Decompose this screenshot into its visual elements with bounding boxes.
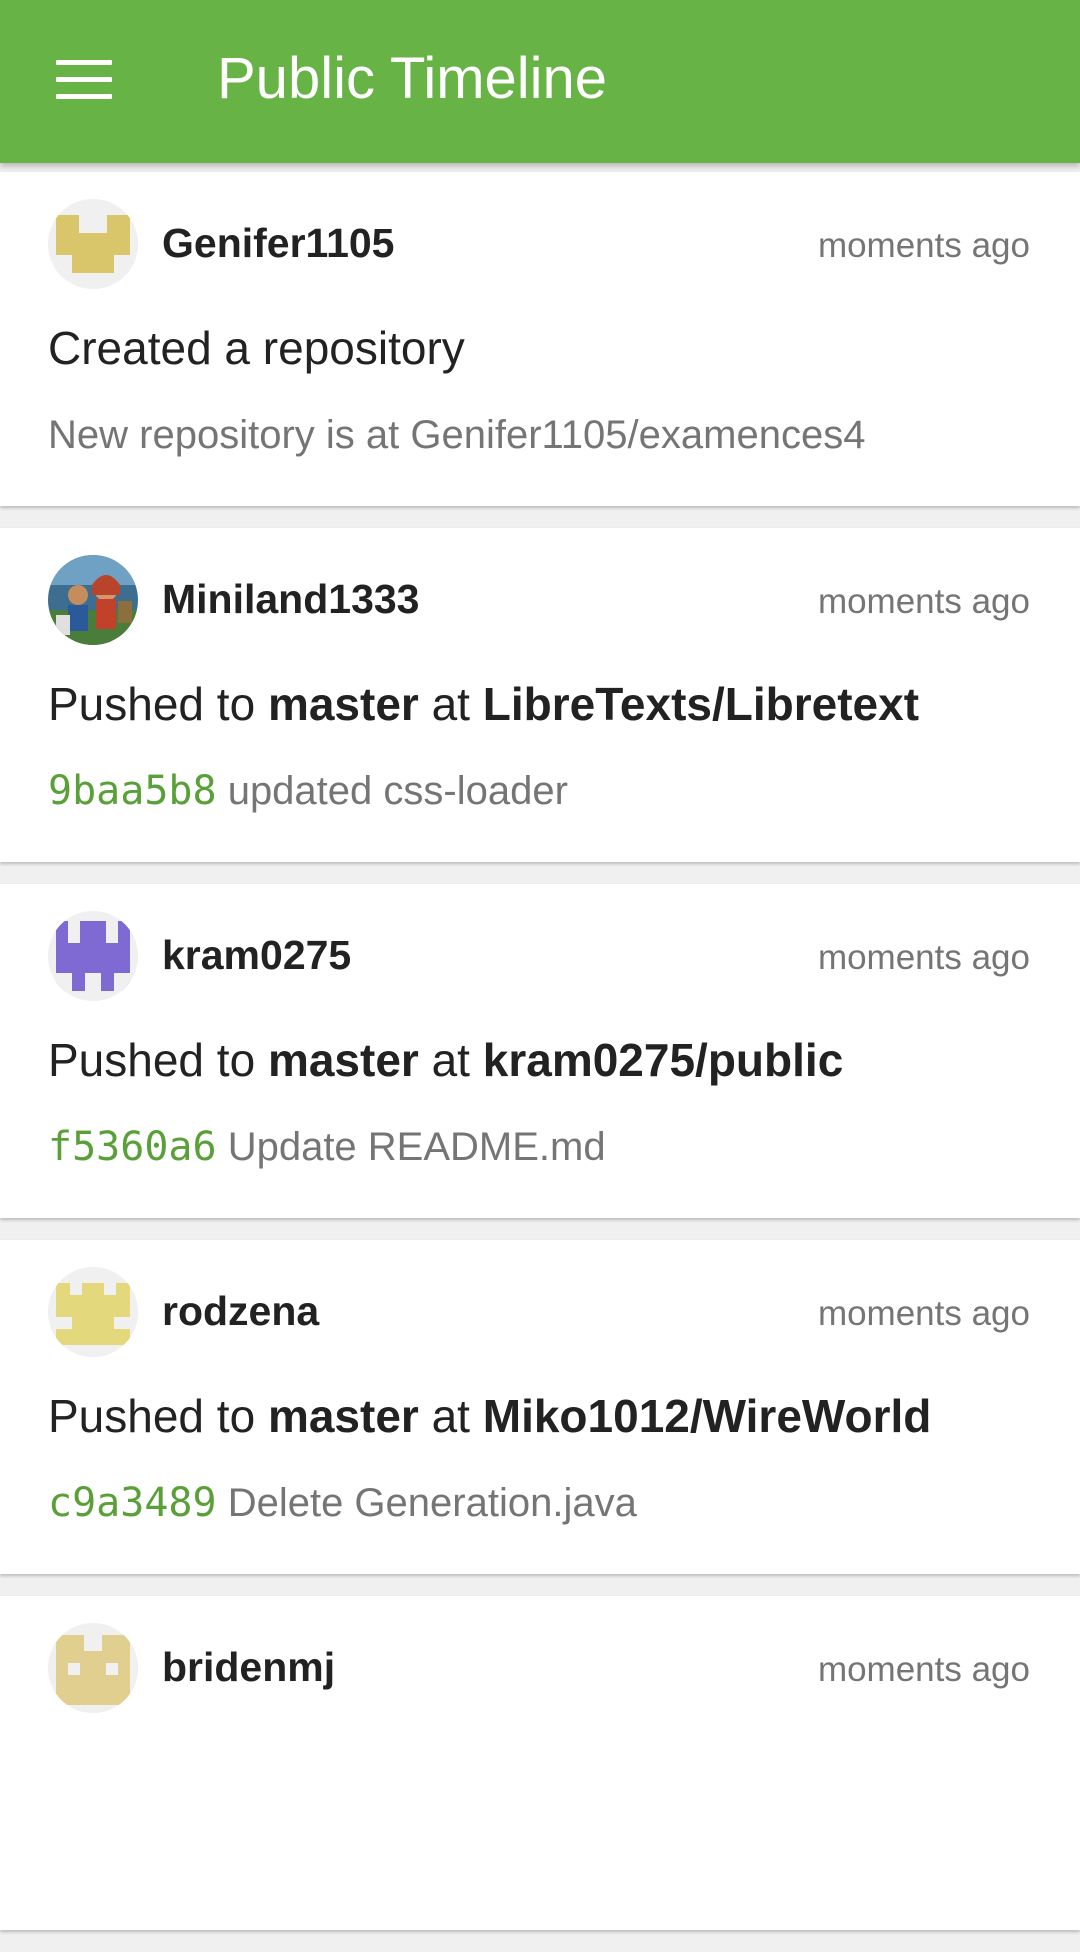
commit-sha[interactable]: f5360a6: [48, 1124, 217, 1170]
user-avatar[interactable]: [48, 555, 138, 645]
event-detail: New repository is at Genifer1105/examenc…: [48, 413, 866, 457]
commit-sha[interactable]: 9baa5b8: [48, 768, 217, 814]
hamburger-menu-icon[interactable]: [56, 60, 112, 100]
timeline-event-card[interactable]: Genifer1105 moments ago Created a reposi…: [0, 172, 1080, 506]
commit-sha[interactable]: c9a3489: [48, 1480, 217, 1526]
branch-name[interactable]: master: [268, 1034, 419, 1086]
username[interactable]: rodzena: [162, 1286, 319, 1336]
username[interactable]: Genifer1105: [162, 218, 395, 268]
event-time: moments ago: [817, 582, 1030, 621]
repo-name[interactable]: kram0275/public: [483, 1034, 844, 1086]
user-avatar[interactable]: [48, 199, 138, 289]
timeline-event-card[interactable]: kram0275 moments ago Pushed to master at…: [0, 884, 1080, 1218]
action-connector: at: [418, 1034, 483, 1086]
event-time: moments ago: [817, 1294, 1030, 1333]
timeline-event-card[interactable]: Miniland1333 moments ago Pushed to maste…: [0, 528, 1080, 862]
repo-name[interactable]: LibreTexts/Libretext: [483, 678, 919, 730]
commit-message: updated css-loader: [216, 769, 568, 813]
app-bar: Public Timeline: [0, 0, 1080, 163]
repo-name[interactable]: Miko1012/WireWorld: [483, 1390, 932, 1442]
identicon-icon: [48, 911, 138, 1001]
identicon-icon: [48, 199, 138, 289]
photo-avatar-icon: [48, 555, 138, 645]
event-headline: Pushed to master at kram0275/public: [48, 1032, 843, 1088]
identicon-icon: [48, 1623, 138, 1713]
action-prefix: Pushed to: [48, 1390, 268, 1442]
username[interactable]: bridenmj: [162, 1642, 335, 1692]
event-headline: Created a repository: [48, 322, 465, 374]
user-avatar[interactable]: [48, 1267, 138, 1357]
branch-name[interactable]: master: [268, 678, 419, 730]
branch-name[interactable]: master: [268, 1390, 419, 1442]
event-headline: Pushed to master at LibreTexts/Libretext: [48, 676, 919, 732]
event-time: moments ago: [817, 938, 1030, 977]
action-prefix: Pushed to: [48, 678, 268, 730]
commit-detail: f5360a6 Update README.md: [48, 1122, 606, 1172]
timeline-event-card[interactable]: bridenmj moments ago: [0, 1596, 1080, 1930]
commit-message: Update README.md: [216, 1125, 606, 1169]
user-avatar[interactable]: [48, 1623, 138, 1713]
action-prefix: Pushed to: [48, 1034, 268, 1086]
action-connector: at: [418, 1390, 483, 1442]
event-time: moments ago: [817, 1650, 1030, 1689]
commit-detail: c9a3489 Delete Generation.java: [48, 1478, 637, 1528]
identicon-icon: [48, 1267, 138, 1357]
page-title: Public Timeline: [217, 46, 608, 111]
timeline-event-card[interactable]: rodzena moments ago Pushed to master at …: [0, 1240, 1080, 1574]
event-headline: Pushed to master at Miko1012/WireWorld: [48, 1388, 931, 1444]
username[interactable]: kram0275: [162, 930, 351, 980]
commit-message: Delete Generation.java: [216, 1481, 637, 1525]
action-connector: at: [418, 678, 483, 730]
event-time: moments ago: [817, 226, 1030, 265]
timeline-feed: Genifer1105 moments ago Created a reposi…: [0, 172, 1080, 1952]
username[interactable]: Miniland1333: [162, 574, 419, 624]
commit-detail: 9baa5b8 updated css-loader: [48, 766, 568, 816]
user-avatar[interactable]: [48, 911, 138, 1001]
